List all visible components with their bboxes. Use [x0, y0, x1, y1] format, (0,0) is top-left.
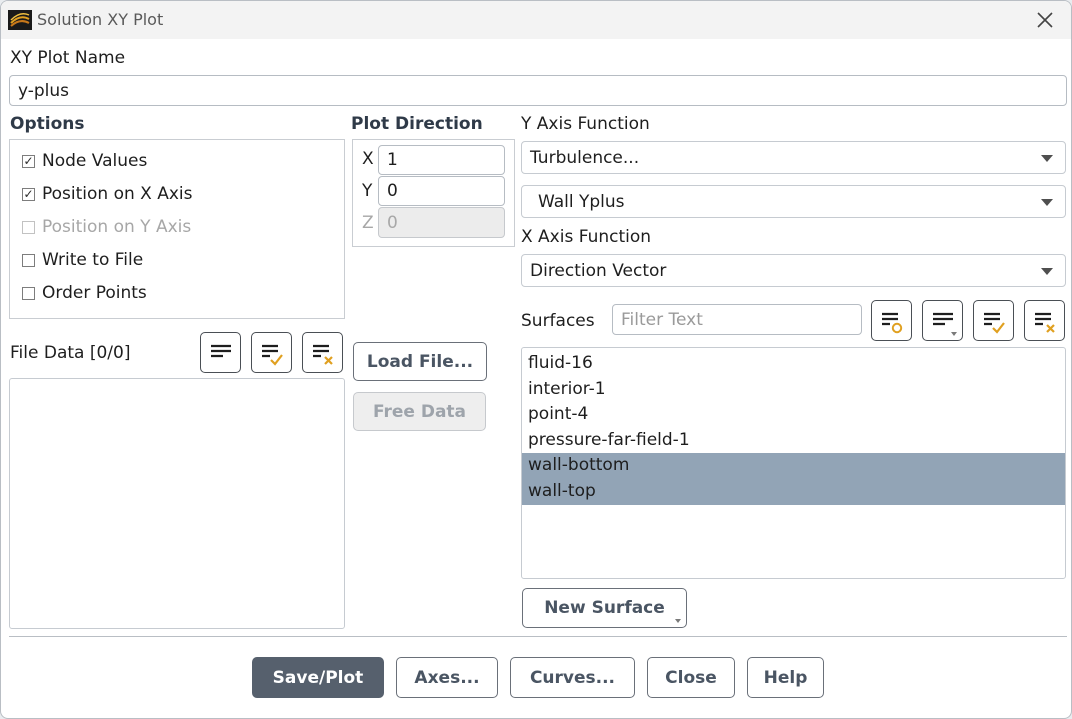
small-caret-icon	[951, 332, 957, 336]
file-data-select-menu-button[interactable]	[200, 332, 241, 373]
load-file-button[interactable]: Load File...	[353, 342, 487, 381]
options-heading: Options	[10, 114, 85, 134]
help-button[interactable]: Help	[747, 657, 824, 698]
surface-item-pressure-far-field-1[interactable]: pressure-far-field-1	[522, 428, 1065, 454]
checkbox-unchecked-icon	[22, 220, 35, 234]
new-surface-label: New Surface	[544, 598, 665, 618]
list-icon	[211, 344, 231, 358]
surfaces-filter-input[interactable]	[612, 304, 862, 335]
list-select-all-icon	[984, 312, 1005, 334]
position-on-y-axis-checkbox[interactable]: Position on Y Axis	[22, 214, 191, 240]
chevron-down-icon	[1041, 267, 1053, 275]
surface-item-wall-bottom[interactable]: wall-bottom	[522, 453, 1065, 479]
direction-x-label: X	[362, 149, 374, 169]
options-group: ✓ Node Values ✓ Position on X Axis Posit…	[9, 139, 345, 319]
x-axis-function-label: X Axis Function	[521, 227, 652, 247]
y-axis-category-value: Turbulence...	[530, 147, 640, 168]
y-axis-function-label: Y Axis Function	[521, 114, 650, 134]
curves-button[interactable]: Curves...	[510, 657, 635, 698]
direction-x-input[interactable]	[378, 145, 505, 175]
file-data-list[interactable]	[9, 378, 345, 629]
x-axis-function-dropdown[interactable]: Direction Vector	[521, 254, 1066, 287]
plot-direction-group: X Y Z	[352, 139, 515, 247]
direction-z-label: Z	[362, 213, 374, 233]
plot-direction-heading: Plot Direction	[351, 114, 483, 134]
order-points-checkbox[interactable]: Order Points	[22, 280, 147, 306]
direction-y-label: Y	[362, 181, 373, 201]
list-icon	[933, 312, 953, 326]
checkbox-unchecked-icon	[22, 286, 35, 300]
file-data-deselect-all-button[interactable]	[302, 332, 343, 373]
surfaces-label: Surfaces	[521, 311, 595, 331]
footer-divider	[9, 636, 1067, 637]
close-button[interactable]: Close	[647, 657, 735, 698]
chevron-down-icon	[1041, 198, 1053, 206]
plot-name-label: XY Plot Name	[10, 48, 126, 68]
title-bar: Solution XY Plot	[1, 1, 1071, 39]
node-values-label: Node Values	[42, 151, 148, 171]
surface-item-interior-1[interactable]: interior-1	[522, 377, 1065, 403]
direction-y-input[interactable]	[378, 176, 505, 206]
y-axis-function-dropdown[interactable]: Wall Yplus	[521, 185, 1066, 218]
surfaces-list: fluid-16 interior-1 point-4 pressure-far…	[521, 347, 1066, 579]
small-caret-icon	[675, 619, 681, 623]
chevron-down-icon	[1041, 154, 1053, 162]
direction-z-input[interactable]	[378, 207, 505, 238]
y-axis-category-dropdown[interactable]: Turbulence...	[521, 141, 1066, 174]
axes-button[interactable]: Axes...	[396, 657, 498, 698]
y-axis-function-value: Wall Yplus	[538, 191, 625, 212]
file-data-label: File Data [0/0]	[10, 343, 131, 363]
fluent-app-icon	[8, 10, 32, 30]
write-to-file-checkbox[interactable]: Write to File	[22, 247, 143, 273]
surfaces-select-menu-button[interactable]	[922, 300, 963, 341]
surface-item-fluid-16[interactable]: fluid-16	[522, 351, 1065, 377]
new-surface-button[interactable]: New Surface	[522, 588, 687, 628]
window-title: Solution XY Plot	[37, 10, 164, 29]
write-to-file-label: Write to File	[42, 250, 144, 270]
surfaces-select-all-button[interactable]	[973, 300, 1014, 341]
list-deselect-all-icon	[1035, 312, 1055, 333]
surface-item-wall-top[interactable]: wall-top	[522, 478, 1065, 505]
file-data-select-all-button[interactable]	[251, 332, 292, 373]
position-on-x-axis-label: Position on X Axis	[42, 184, 193, 204]
plot-name-input[interactable]	[9, 75, 1067, 106]
save-plot-button[interactable]: Save/Plot	[252, 657, 384, 698]
checkbox-unchecked-icon	[22, 253, 35, 267]
position-on-y-axis-label: Position on Y Axis	[42, 217, 192, 237]
position-on-x-axis-checkbox[interactable]: ✓ Position on X Axis	[22, 181, 193, 207]
surfaces-deselect-all-button[interactable]	[1024, 300, 1065, 341]
x-axis-function-value: Direction Vector	[530, 260, 667, 281]
checkbox-checked-icon: ✓	[22, 187, 35, 201]
node-values-checkbox[interactable]: ✓ Node Values	[22, 148, 147, 174]
surface-item-point-4[interactable]: point-4	[522, 402, 1065, 428]
list-match-icon	[882, 312, 903, 334]
surfaces-match-button[interactable]	[871, 300, 912, 341]
list-deselect-all-icon	[313, 344, 333, 365]
close-window-icon[interactable]	[1035, 10, 1055, 30]
list-select-all-icon	[262, 344, 283, 366]
checkbox-checked-icon: ✓	[22, 154, 35, 168]
free-data-button[interactable]: Free Data	[353, 392, 486, 431]
order-points-label: Order Points	[42, 283, 147, 303]
solution-xy-plot-dialog: Solution XY Plot XY Plot Name Options ✓ …	[0, 0, 1072, 719]
